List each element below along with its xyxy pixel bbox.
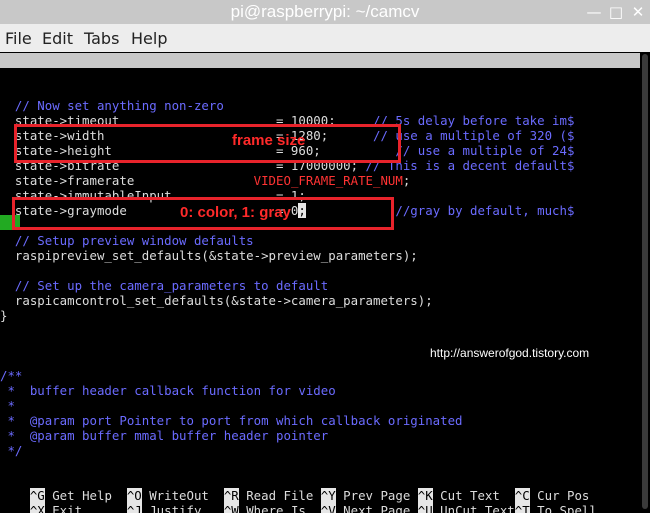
menu-file[interactable]: File [5, 29, 32, 48]
frame-size-note: frame size [232, 132, 306, 149]
menu-edit[interactable]: Edit [42, 29, 73, 48]
code-line: // Now set anything non-zero [0, 98, 224, 113]
graymode-note: 0: color, 1: gray [180, 204, 291, 221]
window-title: pi@raspberrypi: ~/camcv [230, 2, 420, 21]
close-icon[interactable]: ✕ [628, 2, 648, 22]
maximize-icon[interactable]: □ [606, 2, 626, 22]
nano-status: Modified [557, 98, 617, 113]
shortcut-key[interactable]: ^W [223, 503, 239, 513]
nano-header: GNU nano 2.2.6 File: camcv.c Modified [0, 53, 640, 113]
terminal[interactable]: GNU nano 2.2.6 File: camcv.c Modified //… [0, 52, 640, 513]
shortcut-key[interactable]: ^U [417, 503, 433, 513]
frame-size-highlight [14, 124, 401, 163]
menu-help[interactable]: Help [131, 29, 167, 48]
code-line: /** [0, 368, 23, 383]
scrollbar[interactable] [640, 52, 650, 513]
code-line: } [0, 308, 8, 323]
menu-bar: File Edit Tabs Help [0, 24, 650, 52]
code-line: // Set up the camera_parameters to defau… [0, 278, 329, 293]
watermark-url: http://answerofgod.tistory.com [430, 346, 590, 360]
shortcut-key[interactable]: ^T [514, 503, 530, 513]
shortcut-key[interactable]: ^X [29, 503, 45, 513]
shortcut-key[interactable]: ^V [320, 503, 336, 513]
code-line: state->framerate VIDEO_FRAME_RATE_NUM; [0, 173, 411, 188]
minimize-icon[interactable]: — [584, 2, 604, 22]
shortcut-key[interactable]: ^J [126, 503, 142, 513]
code-line: */ [0, 443, 23, 458]
scrollbar-thumb[interactable] [642, 54, 648, 509]
code-line: // Setup preview window defaults [0, 233, 254, 248]
code-line: * @param buffer mmal buffer header point… [0, 428, 329, 443]
nano-version: GNU nano 2.2.6 [29, 68, 150, 83]
window-titlebar: pi@raspberrypi: ~/camcv — □ ✕ [0, 0, 650, 24]
code-line: raspipreview_set_defaults(&state->previe… [0, 248, 418, 263]
menu-tabs[interactable]: Tabs [84, 29, 119, 48]
code-line: * [0, 398, 15, 413]
code-line: * @param port Pointer to port from which… [0, 413, 463, 428]
shortcut-row: ^G Get Help ^O WriteOut ^R Read File ^Y … [29, 488, 590, 503]
code-line: * buffer header callback function for vi… [0, 383, 336, 398]
nano-filename: File: camcv.c [246, 83, 343, 98]
code-line: raspicamcontrol_set_defaults(&state->cam… [0, 293, 433, 308]
shortcut-row: ^X Exit ^J Justify ^W Where Is ^V Next P… [0, 488, 597, 513]
